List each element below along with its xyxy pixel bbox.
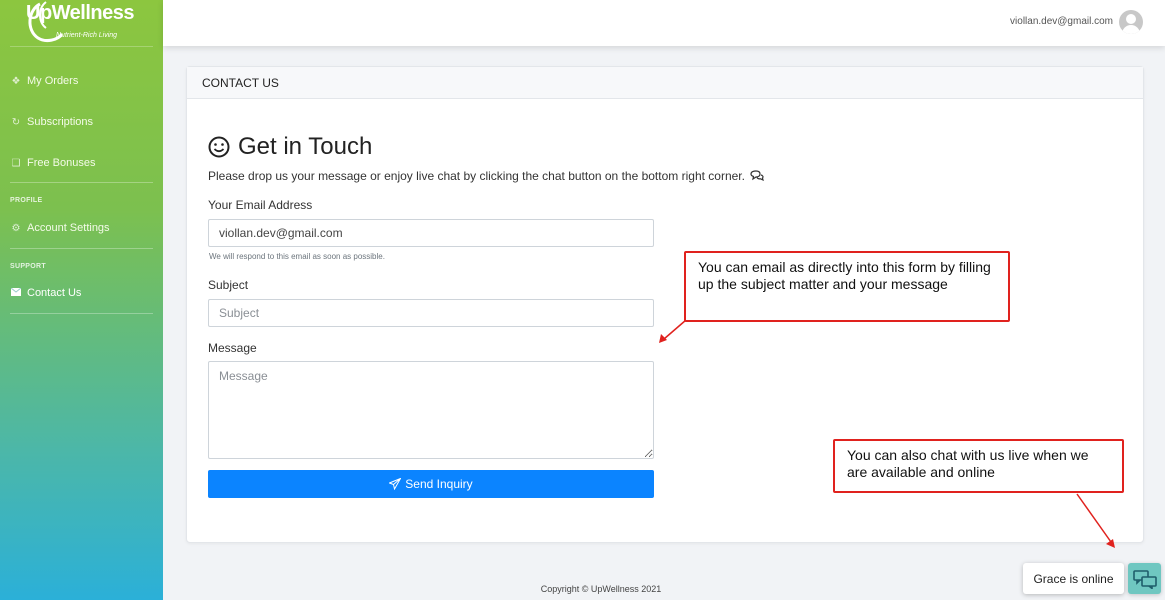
email-help-text: We will respond to this email as soon as… — [209, 252, 385, 261]
chat-icon — [750, 170, 765, 182]
page-description: Please drop us your message or enjoy liv… — [208, 169, 765, 183]
divider — [10, 248, 153, 249]
sidebar-item-label: Contact Us — [27, 287, 82, 299]
sidebar-item-subscriptions[interactable]: ↻ Subscriptions — [10, 112, 93, 132]
avatar[interactable] — [1119, 10, 1143, 34]
sidebar-item-free-bonuses[interactable]: ❑ Free Bonuses — [10, 153, 96, 173]
email-label: Your Email Address — [208, 198, 313, 212]
sidebar-item-contact-us[interactable]: Contact Us — [10, 283, 81, 303]
top-bar: viollan.dev@gmail.com — [163, 0, 1165, 46]
page-title-text: Get in Touch — [238, 133, 373, 160]
email-field[interactable] — [208, 219, 654, 247]
divider — [10, 182, 153, 183]
send-inquiry-label: Send Inquiry — [405, 477, 473, 491]
chat-status-bubble[interactable]: Grace is online — [1023, 563, 1124, 594]
message-textarea[interactable] — [208, 361, 654, 459]
message-label: Message — [208, 341, 257, 355]
annotation-callout-chat: You can also chat with us live when we a… — [833, 439, 1124, 493]
brand-name[interactable]: UpWellness — [26, 2, 135, 25]
avatar-head — [1126, 14, 1136, 24]
chat-bubbles-icon — [1132, 569, 1157, 589]
live-chat-button[interactable] — [1128, 563, 1161, 594]
sidebar-item-label: Subscriptions — [27, 116, 94, 128]
subject-input[interactable] — [208, 299, 654, 327]
paper-plane-icon — [389, 478, 402, 490]
gift-icon: ❑ — [11, 157, 21, 169]
divider — [10, 313, 153, 314]
envelope-icon — [10, 287, 22, 299]
sidebar-item-account-settings[interactable]: ⚙ Account Settings — [10, 218, 110, 238]
refresh-icon: ↻ — [11, 116, 21, 128]
sidebar-item-my-orders[interactable]: ❖ My Orders — [10, 71, 79, 91]
annotation-callout-email: You can email as directly into this form… — [684, 251, 1010, 322]
cubes-icon: ❖ — [11, 75, 21, 87]
section-heading-support: SUPPORT — [10, 263, 46, 270]
smile-icon — [208, 136, 230, 158]
gear-icon: ⚙ — [11, 222, 21, 234]
page-title: Get in Touch — [208, 133, 372, 161]
sidebar: UpWellness Nutrient-Rich Living ❖ My Ord… — [0, 0, 163, 600]
divider — [10, 46, 153, 47]
send-inquiry-button[interactable]: Send Inquiry — [208, 470, 654, 498]
user-email[interactable]: viollan.dev@gmail.com — [1010, 16, 1113, 27]
brand-tagline: Nutrient-Rich Living — [56, 32, 118, 39]
footer-copyright: Copyright © UpWellness 2021 — [540, 584, 662, 594]
sidebar-item-label: My Orders — [27, 75, 79, 87]
description-text: Please drop us your message or enjoy liv… — [208, 169, 745, 183]
subject-label: Subject — [208, 278, 249, 292]
section-heading-profile: PROFILE — [10, 197, 43, 204]
sidebar-item-label: Free Bonuses — [27, 157, 96, 169]
sidebar-item-label: Account Settings — [27, 222, 110, 234]
card-header: CONTACT US — [187, 67, 1143, 99]
avatar-body — [1122, 25, 1140, 34]
